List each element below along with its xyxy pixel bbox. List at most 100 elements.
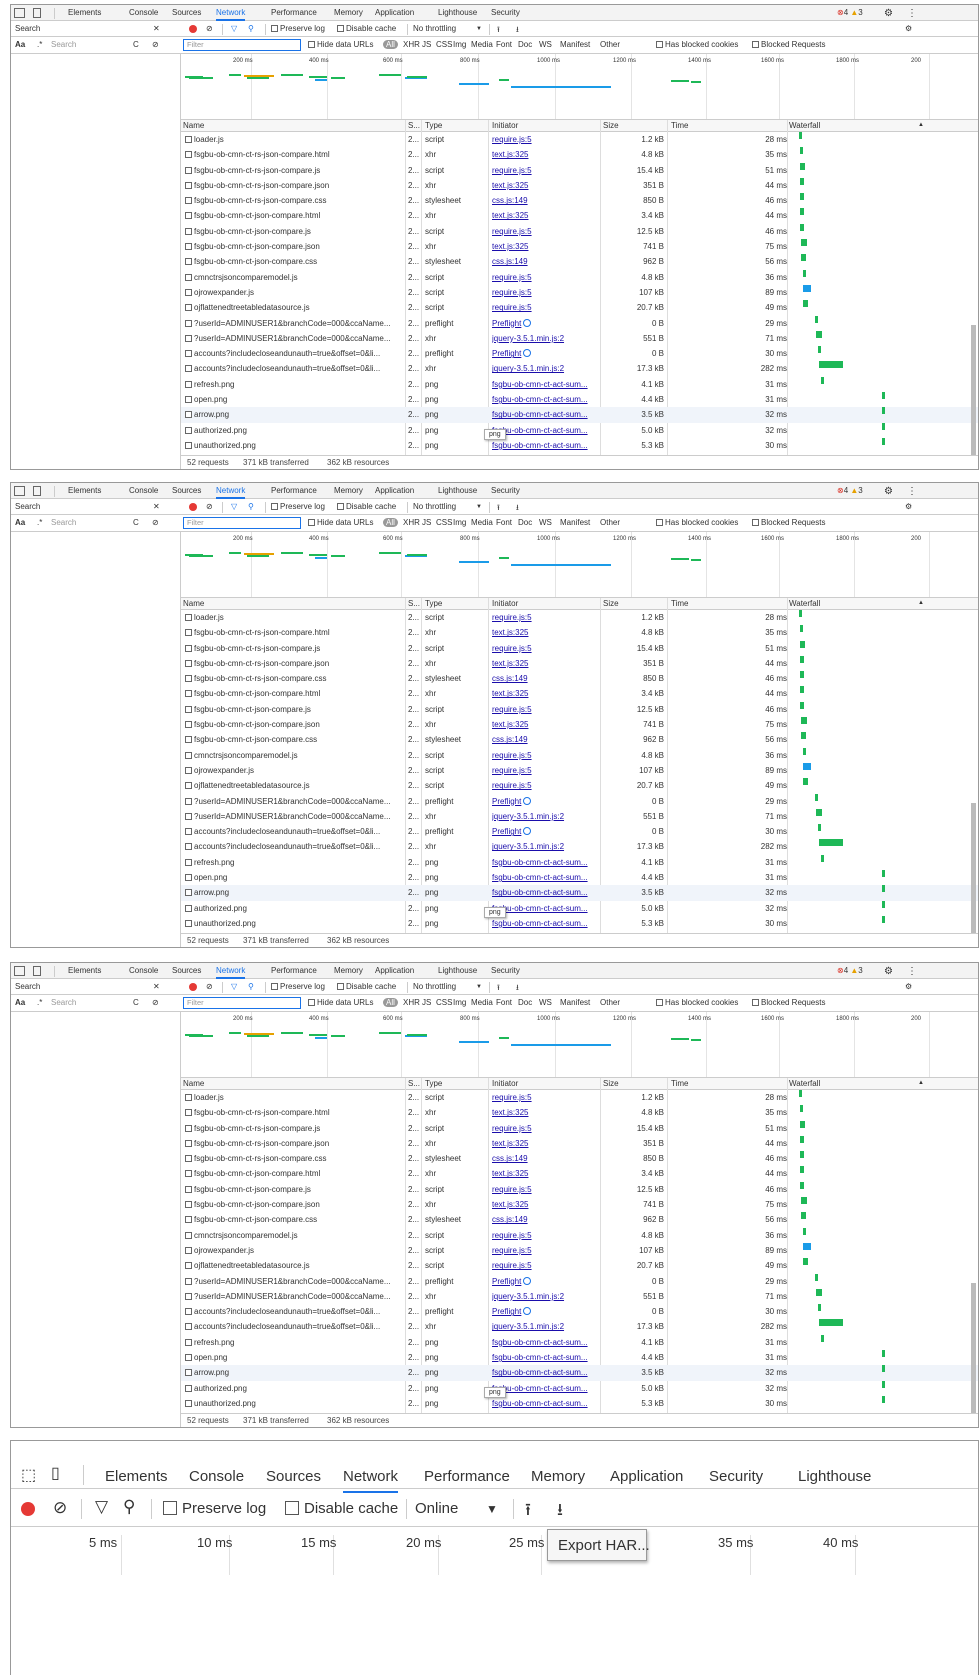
row-initiator[interactable]: require.js:5 bbox=[492, 132, 600, 147]
tab-console[interactable]: Console bbox=[129, 8, 158, 17]
filter-all-button[interactable]: All bbox=[383, 40, 398, 49]
inspect-icon[interactable] bbox=[14, 966, 25, 976]
initiator-link[interactable]: jquery-3.5.1.min.js:2 bbox=[492, 842, 564, 851]
table-row[interactable]: fsgbu-ob-cmn-ct-rs-json-compare.js 2... sc… bbox=[181, 640, 978, 656]
column-header-size[interactable]: Size bbox=[603, 599, 619, 608]
clear-search-icon[interactable]: ⊘ bbox=[152, 40, 159, 49]
row-initiator[interactable]: require.js:5 bbox=[492, 748, 600, 763]
row-initiator[interactable]: css.js:149 bbox=[492, 254, 600, 269]
search-icon[interactable]: ⚲ bbox=[123, 1497, 135, 1517]
filter-ws-button[interactable]: WS bbox=[539, 998, 552, 1007]
filter-icon[interactable]: ▽ bbox=[231, 982, 237, 991]
clear-icon[interactable]: ⊘ bbox=[53, 1498, 67, 1518]
column-header-waterfall[interactable]: Waterfall bbox=[789, 599, 820, 608]
row-initiator[interactable]: require.js:5 bbox=[492, 763, 600, 778]
table-row[interactable]: fsgbu-ob-cmn-ct-json-compare.json 2... xhr… bbox=[181, 717, 978, 732]
preserve-log-checkbox[interactable]: Preserve log bbox=[163, 1500, 266, 1517]
table-row[interactable]: fsgbu-ob-cmn-ct-rs-json-compare.css 2... s… bbox=[181, 193, 978, 208]
row-initiator[interactable]: text.js:325 bbox=[492, 1136, 600, 1151]
tab-security[interactable]: Security bbox=[709, 1468, 763, 1485]
table-row[interactable]: fsgbu-ob-cmn-ct-rs-json-compare.json 2...… bbox=[181, 655, 978, 671]
initiator-link[interactable]: require.js:5 bbox=[492, 644, 532, 653]
initiator-link[interactable]: fsgbu-ob-cmn-ct-act-sum... bbox=[492, 1399, 588, 1408]
filter-font-button[interactable]: Font bbox=[496, 998, 512, 1007]
row-initiator[interactable]: require.js:5 bbox=[492, 1258, 600, 1273]
table-row[interactable]: open.png 2... png fsgbu-ob-cmn-ct-act-sum..… bbox=[181, 392, 978, 407]
filter-icon[interactable]: ▽ bbox=[95, 1497, 108, 1517]
tab-sources[interactable]: Sources bbox=[172, 486, 201, 495]
throttling-select[interactable]: No throttling bbox=[413, 502, 456, 511]
initiator-link[interactable]: text.js:325 bbox=[492, 1108, 528, 1117]
initiator-link[interactable]: require.js:5 bbox=[492, 1261, 532, 1270]
device-toolbar-icon[interactable] bbox=[33, 8, 41, 18]
row-initiator[interactable]: text.js:325 bbox=[492, 1166, 600, 1181]
filter-media-button[interactable]: Media bbox=[471, 518, 493, 527]
table-row[interactable]: accounts?includecloseandunauth=true&offs… bbox=[181, 824, 978, 839]
tab-application[interactable]: Application bbox=[375, 486, 414, 495]
column-header-type[interactable]: Type bbox=[425, 121, 442, 130]
filter-font-button[interactable]: Font bbox=[496, 518, 512, 527]
table-row[interactable]: open.png 2... png fsgbu-ob-cmn-ct-act-sum..… bbox=[181, 1350, 978, 1365]
tab-application[interactable]: Application bbox=[375, 8, 414, 17]
row-initiator[interactable]: require.js:5 bbox=[492, 641, 600, 656]
row-initiator[interactable]: fsgbu-ob-cmn-ct-act-sum... bbox=[492, 1335, 600, 1350]
initiator-link[interactable]: fsgbu-ob-cmn-ct-act-sum... bbox=[492, 426, 588, 435]
sort-arrow-icon[interactable]: ▲ bbox=[918, 1080, 924, 1086]
row-initiator[interactable]: fsgbu-ob-cmn-ct-act-sum... bbox=[492, 855, 600, 870]
initiator-link[interactable]: require.js:5 bbox=[492, 766, 532, 775]
table-row[interactable]: fsgbu-ob-cmn-ct-json-compare.css 2... styl… bbox=[181, 254, 978, 269]
import-har-icon[interactable]: ⭱ bbox=[497, 502, 500, 516]
row-initiator[interactable]: require.js:5 bbox=[492, 1228, 600, 1243]
tab-application[interactable]: Application bbox=[610, 1468, 683, 1485]
filter-xhr-button[interactable]: XHR bbox=[403, 998, 420, 1007]
initiator-link[interactable]: jquery-3.5.1.min.js:2 bbox=[492, 334, 564, 343]
column-header-size[interactable]: Size bbox=[603, 1079, 619, 1088]
inspect-icon[interactable]: ⬚ bbox=[21, 1465, 36, 1485]
scrollbar[interactable] bbox=[971, 1283, 976, 1413]
initiator-link[interactable]: Preflight bbox=[492, 827, 521, 836]
preserve-log-checkbox[interactable]: Preserve log bbox=[271, 502, 325, 511]
preserve-log-checkbox[interactable]: Preserve log bbox=[271, 24, 325, 33]
initiator-link[interactable]: Preflight bbox=[492, 1277, 521, 1286]
initiator-link[interactable]: require.js:5 bbox=[492, 1093, 532, 1102]
row-initiator[interactable]: text.js:325 bbox=[492, 717, 600, 732]
initiator-link[interactable]: Preflight bbox=[492, 1307, 521, 1316]
table-row[interactable]: fsgbu-ob-cmn-ct-json-compare.html 2... xhr… bbox=[181, 1166, 978, 1181]
initiator-link[interactable]: fsgbu-ob-cmn-ct-act-sum... bbox=[492, 1368, 588, 1377]
row-initiator[interactable]: require.js:5 bbox=[492, 1243, 600, 1258]
row-initiator[interactable]: fsgbu-ob-cmn-ct-act-sum... bbox=[492, 1365, 600, 1380]
initiator-link[interactable]: Preflight bbox=[492, 349, 521, 358]
row-initiator[interactable]: text.js:325 bbox=[492, 147, 600, 162]
filter-manifest-button[interactable]: Manifest bbox=[560, 40, 590, 49]
tab-elements[interactable]: Elements bbox=[68, 8, 101, 17]
more-icon[interactable]: ⋮ bbox=[907, 966, 917, 977]
filter-media-button[interactable]: Media bbox=[471, 40, 493, 49]
table-row[interactable]: accounts?includecloseandunauth=true&offs… bbox=[181, 346, 978, 361]
row-initiator[interactable]: jquery-3.5.1.min.js:2 bbox=[492, 809, 600, 824]
tab-performance[interactable]: Performance bbox=[424, 1468, 510, 1485]
tab-elements[interactable]: Elements bbox=[68, 486, 101, 495]
row-initiator[interactable]: fsgbu-ob-cmn-ct-act-sum... bbox=[492, 407, 600, 422]
initiator-link[interactable]: text.js:325 bbox=[492, 659, 528, 668]
export-har-icon[interactable]: ⭳ bbox=[516, 24, 519, 38]
inspect-icon[interactable] bbox=[14, 486, 25, 496]
device-toolbar-icon[interactable] bbox=[33, 486, 41, 496]
filter-input[interactable]: Filter bbox=[183, 39, 301, 51]
throttling-select[interactable]: Online bbox=[415, 1500, 458, 1517]
table-row[interactable]: arrow.png 2... png fsgbu-ob-cmn-ct-act-sum.… bbox=[181, 1365, 978, 1381]
initiator-link[interactable]: fsgbu-ob-cmn-ct-act-sum... bbox=[492, 858, 588, 867]
initiator-link[interactable]: fsgbu-ob-cmn-ct-act-sum... bbox=[492, 1353, 588, 1362]
initiator-link[interactable]: require.js:5 bbox=[492, 1124, 532, 1133]
hide-data-urls-checkbox[interactable]: Hide data URLs bbox=[308, 40, 373, 49]
scrollbar[interactable] bbox=[971, 325, 976, 455]
search-icon[interactable]: ⚲ bbox=[248, 24, 254, 33]
table-row[interactable]: cmnctrsjsoncomparemodel.js 2... script requ… bbox=[181, 269, 978, 285]
sort-arrow-icon[interactable]: ▲ bbox=[918, 122, 924, 128]
initiator-link[interactable]: require.js:5 bbox=[492, 303, 532, 312]
table-row[interactable]: ojflattenedtreetabledatasource.js 2... scr… bbox=[181, 300, 978, 315]
row-initiator[interactable]: require.js:5 bbox=[492, 300, 600, 315]
table-row[interactable]: fsgbu-ob-cmn-ct-json-compare.js 2... scrip… bbox=[181, 1181, 978, 1197]
export-har-icon[interactable]: ⭳ bbox=[557, 1497, 563, 1526]
column-header-initiator[interactable]: Initiator bbox=[492, 599, 518, 608]
table-row[interactable]: loader.js 2... script require.js:5 1.2 kB 28 … bbox=[181, 1090, 978, 1105]
